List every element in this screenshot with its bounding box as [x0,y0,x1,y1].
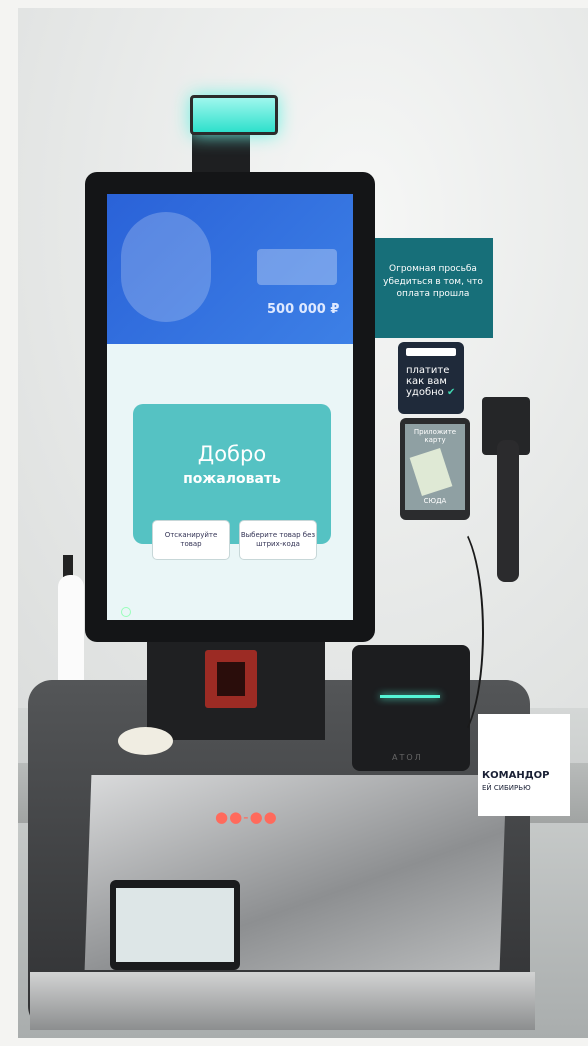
barcode-scanner-window [205,650,257,708]
payment-terminal[interactable]: Приложите карту СЮДА [400,418,470,520]
terminal-message-text: платите как вам удобно [406,365,450,398]
terminal-message: платите как вам удобно ✔ [406,365,464,398]
check-icon: ✔ [446,387,456,398]
coin-tray [118,727,173,755]
cardboard-box: КОМАНДОР ЕЙ СИБИРЬЮ [478,714,570,816]
box-label: КОМАНДОР [482,770,550,781]
status-lamp [190,95,278,135]
kiosk-monitor: 500 000 ₽ Добро пожаловать Отсканируйте … [85,172,375,642]
no-barcode-button[interactable]: Выберите товар без штрих-кода [239,520,317,560]
box-sub: ЕЙ СИБИРЬЮ [482,784,531,792]
wall-sign: Огромная просьба убедиться в том, что оп… [373,238,493,338]
card-graphic [409,448,453,496]
kiosk-screen: 500 000 ₽ Добро пожаловать Отсканируйте … [107,194,353,620]
counter-front [30,972,535,1030]
terminal-bottom-label: СЮДА [423,497,447,505]
terminal-sticker: платите как вам удобно ✔ [398,342,464,414]
banner-prize: 500 000 ₽ [267,302,340,317]
laser-reflection: ●●-●● [215,808,278,826]
terminal-screen[interactable]: Приложите карту СЮДА [405,424,465,510]
screen-reflection [110,880,240,970]
banner-card-graphic [257,249,337,285]
banner-illustration [121,212,211,322]
terminal-logo [406,348,456,356]
wall-sign-text: Огромная просьба убедиться в том, что оп… [383,264,483,299]
help-icon[interactable] [121,607,131,617]
welcome-subtitle: пожаловать [183,471,281,487]
printer-brand: АТОЛ [392,753,423,762]
welcome-title: Добро [197,442,267,466]
handheld-scanner[interactable] [497,440,519,582]
terminal-prompt: Приложите карту [413,428,457,444]
umbrella-handle [63,555,73,577]
terminal-cable [420,520,484,744]
promo-banner[interactable]: 500 000 ₽ [107,194,353,344]
scan-item-button[interactable]: Отсканируйте товар [152,520,230,560]
